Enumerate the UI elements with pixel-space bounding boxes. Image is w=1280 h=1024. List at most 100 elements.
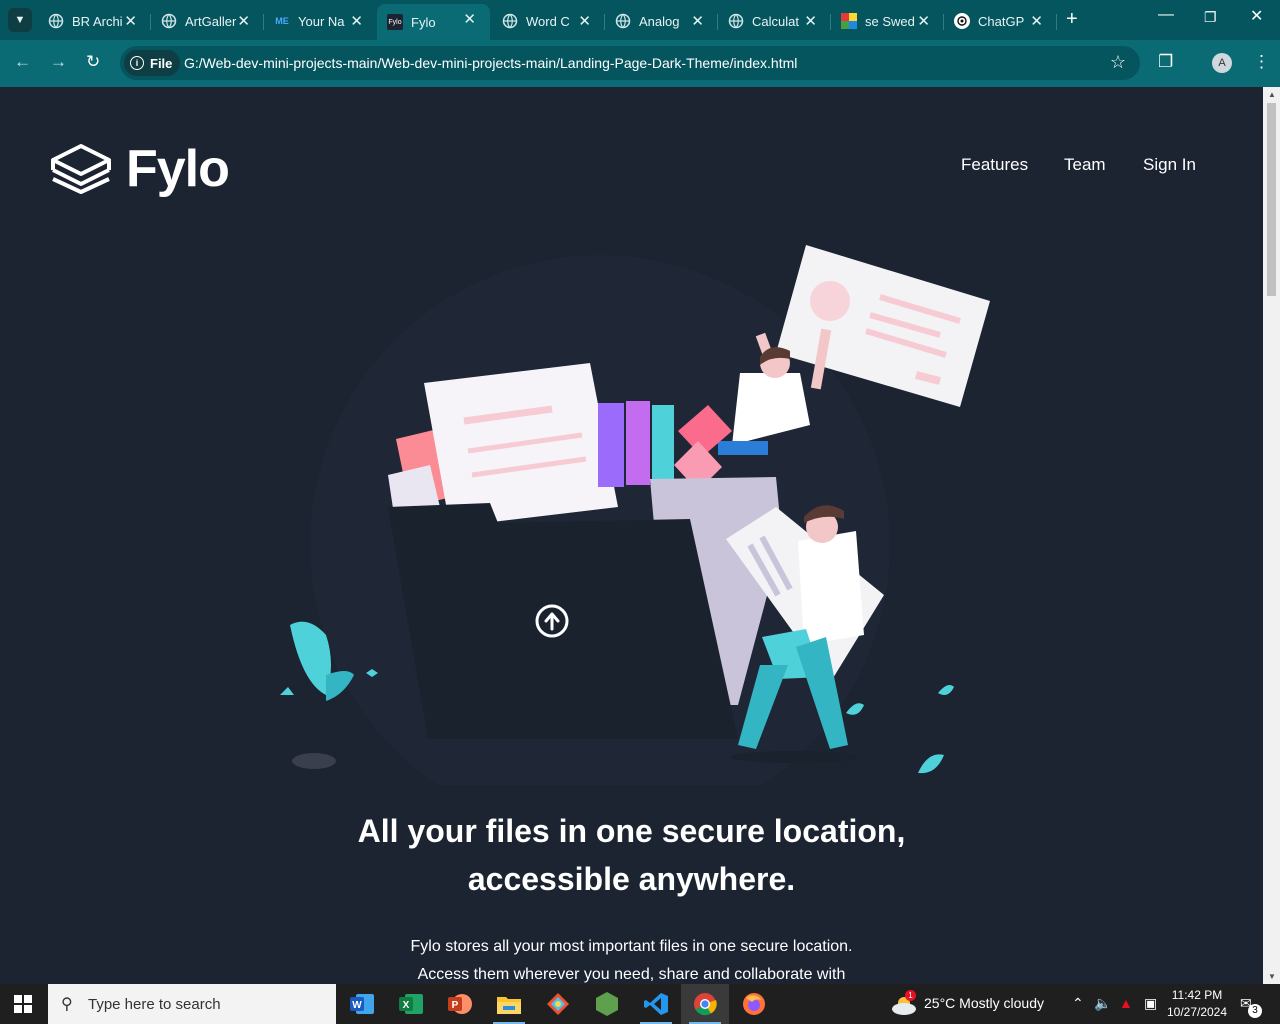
taskbar-search-box[interactable]: ⚲ Type here to search	[48, 984, 336, 1024]
close-icon[interactable]: ✕	[1030, 12, 1043, 30]
back-arrow-icon[interactable]: ←	[14, 52, 31, 72]
tab-calculator[interactable]: Calculat ✕	[718, 6, 831, 36]
close-icon[interactable]: ✕	[237, 12, 250, 30]
tab-chatgpt[interactable]: ChatGP ✕	[944, 6, 1057, 36]
tab-artgallery[interactable]: ArtGaller ✕	[151, 6, 264, 36]
chatgpt-icon	[954, 13, 970, 29]
tab-title: BR Archi	[72, 13, 123, 29]
page-scrollbar[interactable]: ▲ ▼	[1263, 87, 1280, 984]
browser-toolbar: ← → ↻ i File G:/Web-dev-mini-projects-ma…	[0, 40, 1280, 87]
hero-illustration	[280, 245, 990, 785]
globe-icon	[615, 13, 631, 29]
close-icon[interactable]: ✕	[463, 10, 476, 28]
profile-avatar[interactable]: A	[1212, 53, 1232, 73]
extensions-puzzle-icon[interactable]: ❐	[1158, 52, 1173, 72]
taskbar-firefox[interactable]	[730, 984, 778, 1024]
git-icon	[547, 993, 569, 1015]
scroll-up-arrow-icon[interactable]: ▲	[1268, 90, 1276, 99]
url-text[interactable]: G:/Web-dev-mini-projects-main/Web-dev-mi…	[184, 55, 797, 71]
vscode-icon	[644, 993, 668, 1015]
network-icon[interactable]: ▣	[1144, 995, 1157, 1012]
excel-icon: X	[399, 994, 423, 1014]
subtext-line-2: Access them wherever you need, share and…	[417, 966, 846, 983]
tab-title: Fylo	[411, 14, 436, 30]
taskbar-nodejs[interactable]	[583, 984, 631, 1024]
nav-sign-in-link[interactable]: Sign In	[1143, 155, 1196, 175]
stacked-layers-icon	[51, 144, 111, 194]
fylo-logo[interactable]: Fylo	[50, 139, 230, 199]
tab-title: Calculat	[752, 13, 799, 29]
plus-icon: +	[1066, 8, 1078, 30]
svg-text:P: P	[452, 1000, 459, 1011]
tab-swedish[interactable]: se Swed ✕	[831, 6, 944, 36]
swedish-icon	[841, 13, 857, 29]
page-viewport: Fylo Features Team Sign In All your file…	[0, 87, 1263, 984]
close-icon[interactable]: ✕	[691, 12, 704, 30]
bookmark-star-icon[interactable]: ☆	[1110, 52, 1126, 73]
window-close-button[interactable]: ✕	[1250, 6, 1263, 26]
taskbar-excel[interactable]: X	[387, 984, 435, 1024]
close-icon[interactable]: ✕	[350, 12, 363, 30]
scheme-label: File	[150, 55, 173, 71]
browser-tab-strip: ▼ BR Archi ✕ ArtGaller ✕ ME Your Na ✕ Fy…	[0, 0, 1280, 40]
kebab-menu-icon[interactable]: ⋮	[1253, 52, 1270, 72]
address-bar[interactable]: i File G:/Web-dev-mini-projects-main/Web…	[120, 46, 1140, 80]
illustration-folder	[388, 503, 738, 739]
weather-text[interactable]: 25°C Mostly cloudy	[924, 995, 1044, 1011]
close-icon[interactable]: ✕	[804, 12, 817, 30]
me-icon: ME	[275, 16, 289, 26]
nav-team-link[interactable]: Team	[1064, 155, 1106, 175]
new-tab-button[interactable]: +	[1066, 8, 1078, 31]
tab-fylo[interactable]: Fylo Fylo ✕	[377, 4, 490, 40]
tab-word-counter[interactable]: Word C ✕	[492, 6, 605, 36]
nav-features-link[interactable]: Features	[961, 155, 1028, 175]
windows-taskbar: ⚲ Type here to search W X P 1 25°C Mostl…	[0, 984, 1280, 1024]
minimize-button[interactable]: —	[1158, 6, 1174, 24]
tab-title: Your Na	[298, 13, 345, 29]
tab-search-button[interactable]: ▼	[8, 8, 32, 32]
scrollbar-thumb[interactable]	[1267, 103, 1276, 296]
taskbar-word[interactable]: W	[338, 984, 386, 1024]
headline-line-1: All your files in one secure location,	[357, 813, 906, 849]
hero-headline: All your files in one secure location, a…	[250, 807, 1013, 903]
tray-chevron-up-icon[interactable]: ⌃	[1072, 995, 1084, 1012]
speaker-icon[interactable]: 🔈	[1094, 995, 1111, 1012]
close-icon[interactable]: ✕	[124, 12, 137, 30]
taskbar-powerpoint[interactable]: P	[436, 984, 484, 1024]
nodejs-icon	[596, 992, 618, 1016]
weather-alert-badge: 1	[905, 990, 916, 1001]
close-icon[interactable]: ✕	[917, 12, 930, 30]
tab-br-archi[interactable]: BR Archi ✕	[38, 6, 151, 36]
svg-text:W: W	[352, 1000, 362, 1011]
fylo-icon: Fylo	[387, 14, 403, 30]
svg-text:X: X	[403, 1000, 410, 1011]
firefox-icon	[743, 993, 765, 1015]
globe-icon	[502, 13, 518, 29]
adobe-acrobat-icon[interactable]: ▲	[1119, 995, 1133, 1011]
restore-button[interactable]: ❐	[1204, 9, 1217, 26]
chrome-icon	[694, 993, 717, 1016]
tab-title: ArtGaller	[185, 13, 237, 29]
globe-icon	[161, 13, 177, 29]
scroll-down-arrow-icon[interactable]: ▼	[1268, 972, 1276, 981]
taskbar-chrome[interactable]	[681, 984, 729, 1024]
search-icon: ⚲	[61, 996, 73, 1013]
taskbar-file-explorer[interactable]	[485, 984, 533, 1024]
site-info-chip[interactable]: i File	[124, 50, 181, 76]
taskbar-vscode[interactable]	[632, 984, 680, 1024]
reload-icon[interactable]: ↻	[86, 52, 100, 72]
tab-analog[interactable]: Analog ✕	[605, 6, 718, 36]
tab-title: Word C	[526, 13, 570, 29]
tab-your-name[interactable]: ME Your Na ✕	[264, 6, 377, 36]
logo-text: Fylo	[126, 140, 230, 198]
chevron-down-icon: ▼	[14, 14, 26, 26]
headline-line-2: accessible anywhere.	[467, 861, 796, 897]
folder-icon	[497, 997, 521, 1014]
close-icon[interactable]: ✕	[578, 12, 591, 30]
info-icon: i	[130, 56, 144, 70]
taskbar-clock[interactable]: 11:42 PM 10/27/2024	[1162, 987, 1232, 1021]
tab-title: Analog	[639, 13, 680, 29]
taskbar-git[interactable]	[534, 984, 582, 1024]
start-button[interactable]	[14, 995, 32, 1018]
forward-arrow-icon[interactable]: →	[50, 52, 67, 72]
